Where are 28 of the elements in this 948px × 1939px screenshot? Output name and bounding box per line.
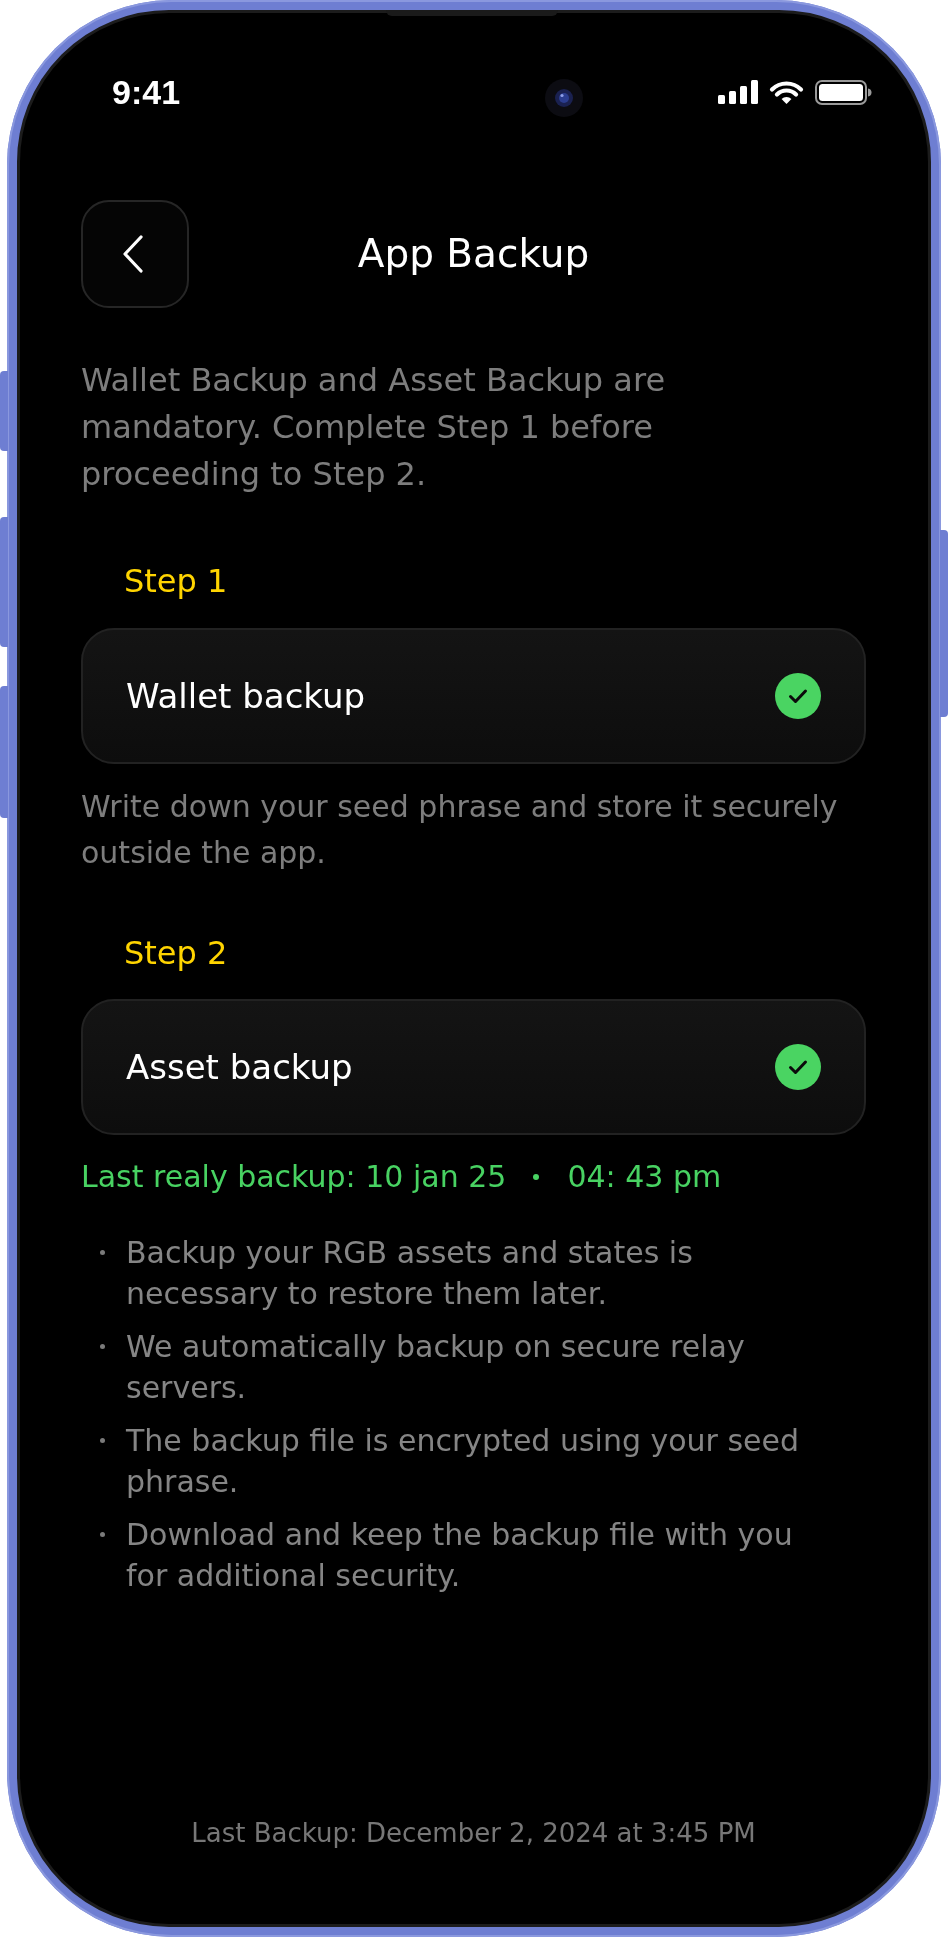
bullet-icon [100,1250,105,1255]
bullet-icon [100,1438,105,1443]
back-button[interactable] [81,200,189,308]
battery-icon [815,79,872,105]
note-text: Download and keep the backup file with you for additional security. [126,1516,794,1595]
status-time: 9:41 [112,72,181,112]
note-text: Backup your RGB assets and states is necessary to restore them later. [126,1234,694,1313]
separator-dot-icon [533,1174,540,1180]
last-backup-text: Last Backup: December 2, 2024 at 3:45 PM [191,1817,756,1850]
relay-backup-time: 04: 43 pm [567,1158,722,1196]
step-label: Step 1 [123,561,228,601]
card-title: Asset backup [126,1046,353,1089]
backup-option-card[interactable]: Wallet backup [81,628,866,764]
card-title: Wallet backup [126,675,366,718]
bullet-icon [100,1344,105,1349]
screen-title: App Backup [356,230,591,278]
step-label: Step 2 [123,933,228,973]
step-description: Write down your seed phrase and store it securely outside the app. [81,788,839,872]
note-text: We automatically backup on secure relay servers. [126,1328,746,1407]
signal-icon [718,80,758,104]
wifi-icon [769,79,804,105]
camera-lens-icon [545,79,583,117]
note-text: The backup file is encrypted using your seed phrase. [126,1422,801,1501]
backup-option-card[interactable]: Asset backup [81,999,866,1135]
bullet-icon [100,1532,105,1537]
relay-backup-date: Last realy backup: 10 jan 25 [81,1158,507,1196]
intro-text: Wallet Backup and Asset Backup are mandatory. Complete Step 1 before proceeding to Step 2. [81,360,667,495]
chevron-left-icon [122,235,144,273]
